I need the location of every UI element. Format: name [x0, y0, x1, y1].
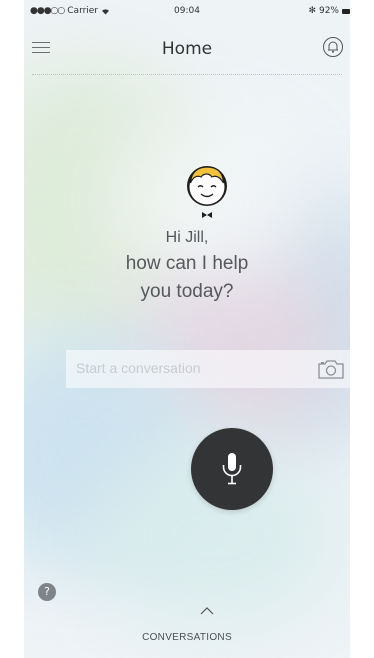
conversations-link[interactable]: CONVERSATIONS	[24, 632, 350, 643]
navigation-bar: Home	[24, 22, 350, 76]
conversation-input-box[interactable]	[66, 350, 350, 388]
chevron-up-icon[interactable]	[200, 606, 214, 616]
status-bar: ●●●○○ Carrier 09:04 ✻ 92%	[24, 0, 350, 22]
assistant-greeting: Hi Jill, how can I help you today?	[24, 226, 350, 306]
greeting-line-1: Hi Jill,	[165, 229, 209, 246]
status-time: 09:04	[174, 6, 200, 16]
status-bar-right: ✻ 92%	[308, 6, 350, 16]
microphone-icon	[222, 453, 242, 485]
bell-icon[interactable]	[322, 36, 344, 58]
page-title: Home	[161, 39, 213, 59]
bluetooth-icon: ✻	[308, 6, 316, 16]
camera-icon[interactable]	[318, 359, 344, 379]
header-divider	[32, 74, 342, 75]
battery-icon	[342, 8, 350, 14]
greeting-line-3: you today?	[140, 281, 234, 302]
conversation-input[interactable]	[74, 359, 298, 377]
help-button[interactable]: ?	[38, 583, 56, 601]
app-screen: ●●●○○ Carrier 09:04 ✻ 92% Home Hi Jill, …	[24, 0, 350, 658]
battery-percentage: 92%	[318, 6, 339, 16]
greeting-line-2: how can I help	[125, 253, 249, 274]
assistant-avatar-icon	[187, 166, 227, 218]
microphone-button[interactable]	[191, 428, 273, 510]
